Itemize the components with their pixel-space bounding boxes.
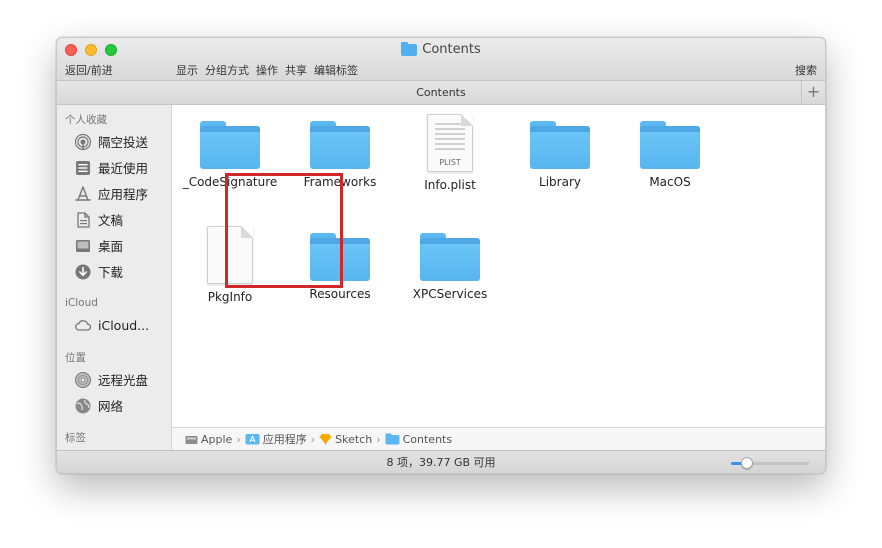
plist-document-icon: PLIST	[427, 114, 473, 172]
sidebar-item-desktop[interactable]: 桌面	[74, 236, 123, 255]
breadcrumb-item-apple[interactable]: Apple	[185, 433, 232, 446]
disk-icon	[185, 435, 198, 444]
file-name: XPCServices	[412, 287, 488, 301]
action-button[interactable]: 操作	[256, 62, 278, 78]
sidebar-item-label: 应用程序	[98, 187, 149, 202]
resources-highlight-box	[225, 173, 343, 288]
view-button[interactable]: 显示	[176, 62, 198, 78]
sidebar-heading-locations: 位置	[65, 352, 86, 364]
breadcrumb-label: Contents	[402, 432, 453, 446]
sidebar-item-remote-disc[interactable]: 远程光盘	[74, 370, 148, 389]
sidebar-item-airdrop[interactable]: 隔空投送	[74, 132, 148, 151]
status-bar: 8 项，39.77 GB 可用	[57, 450, 825, 473]
chevron-right-icon: ›	[236, 432, 241, 446]
chevron-right-icon: ›	[310, 432, 316, 446]
tab-bar: Contents +	[57, 81, 825, 105]
toolbar-group: 显示 分组方式 操作 共享 编辑标签	[176, 62, 358, 78]
folder-icon	[420, 233, 480, 281]
file-name: Resources	[309, 287, 371, 301]
file-item-macos[interactable]: MacOS	[615, 121, 725, 189]
file-name: Library	[539, 175, 581, 189]
file-item-info-plist[interactable]: PLIST Info.plist	[395, 114, 505, 192]
file-name: PkgInfo	[207, 290, 253, 304]
window-title: Contents	[57, 41, 825, 57]
file-item-xpcservices[interactable]: XPCServices	[395, 233, 505, 301]
folder-icon	[401, 41, 418, 56]
back-forward-button[interactable]: 返回/前进	[65, 62, 113, 78]
sidebar-item-icloud-drive[interactable]: iCloud...	[74, 316, 149, 334]
sidebar-item-label: 远程光盘	[98, 373, 149, 388]
sidebar-item-applications[interactable]: 应用程序	[74, 184, 148, 203]
sidebar-item-downloads[interactable]: 下载	[74, 262, 123, 281]
folder-icon	[310, 121, 370, 169]
sketch-icon	[319, 433, 332, 445]
document-type-label: PLIST	[439, 158, 461, 167]
disc-icon	[74, 371, 92, 389]
sidebar-item-label: 文稿	[98, 213, 124, 228]
breadcrumb-label: 应用程序	[262, 433, 307, 446]
airdrop-icon	[74, 133, 92, 151]
search-button[interactable]: 搜索	[795, 62, 817, 78]
documents-icon	[74, 211, 92, 229]
breadcrumb-item-contents[interactable]: Contents	[385, 433, 452, 446]
finder-window: Contents 返回/前进 显示 分组方式 操作 共享 编辑标签 搜索 Con…	[56, 37, 826, 474]
share-button[interactable]: 共享	[285, 62, 307, 78]
file-name: Info.plist	[424, 178, 476, 192]
status-text: 8 项，39.77 GB 可用	[386, 456, 496, 469]
sidebar-item-label: 网络	[98, 399, 124, 414]
sidebar-item-label: 隔空投送	[98, 135, 149, 150]
group-by-button[interactable]: 分组方式	[205, 62, 249, 78]
breadcrumb-item-sketch[interactable]: Sketch	[319, 433, 372, 446]
sidebar-item-recents[interactable]: 最近使用	[74, 158, 148, 177]
sidebar-item-label: iCloud...	[98, 317, 150, 333]
file-name: MacOS	[649, 175, 691, 189]
folder-icon	[640, 121, 700, 169]
folder-icon	[385, 433, 400, 445]
sidebar-item-documents[interactable]: 文稿	[74, 210, 123, 229]
sidebar: 个人收藏 隔空投送 最近使用 应用程序 文稿 桌面 下载 iCloud iClo…	[57, 105, 172, 450]
breadcrumb-label: Sketch	[335, 432, 373, 446]
icon-size-slider[interactable]	[731, 457, 809, 469]
breadcrumb: Apple › 应用程序 › Sketch › Contents	[172, 427, 825, 450]
new-tab-button[interactable]: +	[801, 81, 825, 104]
network-icon	[74, 397, 92, 415]
sidebar-heading-icloud: iCloud	[65, 297, 98, 309]
sidebar-item-label: 最近使用	[98, 161, 149, 176]
breadcrumb-item-applications[interactable]: 应用程序	[245, 431, 307, 447]
edit-tags-button[interactable]: 编辑标签	[314, 62, 358, 78]
sidebar-item-label: 下载	[98, 265, 124, 280]
tab-contents[interactable]: Contents	[416, 86, 465, 99]
breadcrumb-label: Apple	[201, 432, 233, 446]
folder-icon	[200, 121, 260, 169]
window-title-text: Contents	[422, 42, 481, 57]
sidebar-item-label: 桌面	[98, 239, 124, 254]
title-bar: Contents 返回/前进 显示 分组方式 操作 共享 编辑标签 搜索	[57, 38, 825, 81]
sidebar-heading-favorites: 个人收藏	[65, 114, 107, 126]
folder-icon	[530, 121, 590, 169]
applications-folder-icon	[245, 434, 260, 445]
downloads-icon	[74, 263, 92, 281]
chevron-right-icon: ›	[376, 432, 381, 446]
sidebar-item-network[interactable]: 网络	[74, 396, 123, 415]
recents-icon	[74, 159, 92, 177]
desktop-icon	[74, 237, 92, 255]
sidebar-heading-tags: 标签	[65, 432, 86, 444]
icon-size-slider-handle[interactable]	[740, 457, 753, 469]
applications-icon	[74, 185, 92, 203]
cloud-icon	[74, 316, 92, 334]
file-item-library[interactable]: Library	[505, 121, 615, 189]
